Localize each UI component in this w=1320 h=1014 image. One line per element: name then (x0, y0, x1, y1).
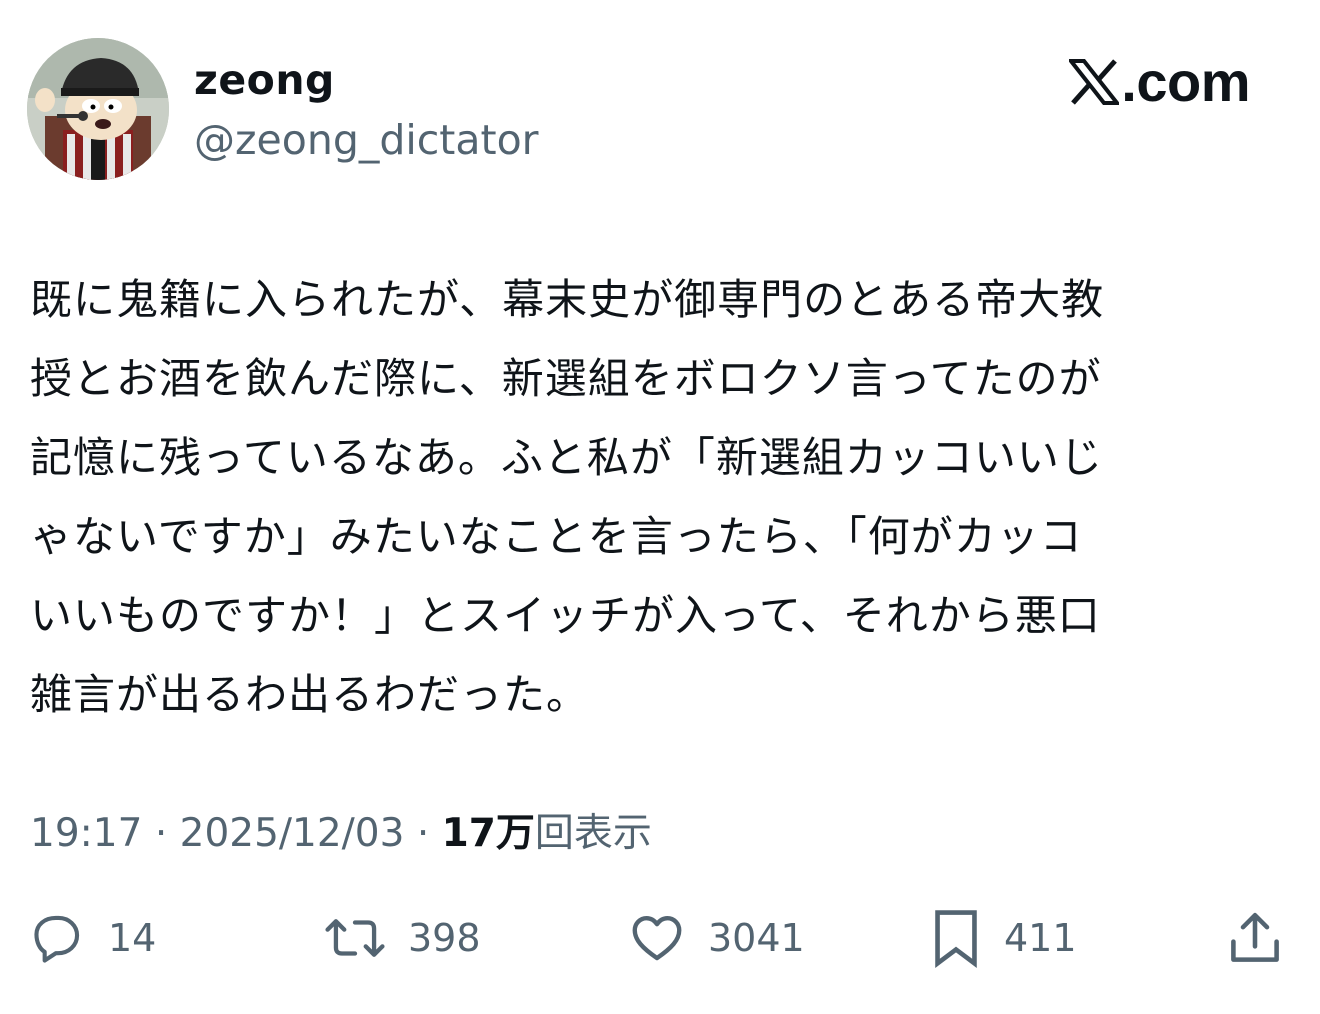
tweet-time[interactable]: 19:17 (30, 811, 142, 856)
repost-button[interactable]: 398 (324, 908, 481, 968)
meta-separator: · (416, 811, 430, 856)
bookmark-count: 411 (1004, 916, 1077, 960)
tweet-actions: 14 398 3041 411 (0, 908, 1320, 968)
like-button[interactable]: 3041 (628, 908, 805, 968)
speech-bubble-icon (34, 915, 80, 963)
bookmark-button[interactable]: 411 (930, 908, 1077, 968)
avatar-image (27, 38, 169, 180)
tweet-date[interactable]: 2025/12/03 (180, 811, 405, 856)
tweet-meta: 19:17 · 2025/12/03 · 17万回表示 (30, 806, 652, 862)
x-logo-icon (1069, 59, 1120, 105)
brand-logo: .com (1069, 54, 1250, 110)
author-display-name[interactable]: zeong (194, 52, 335, 108)
reply-button[interactable]: 14 (28, 908, 156, 968)
views-count: 17万 (441, 811, 535, 856)
avatar[interactable] (27, 38, 169, 180)
like-count: 3041 (708, 916, 805, 960)
brand-domain: .com (1121, 50, 1250, 113)
bookmark-icon (935, 910, 977, 968)
meta-separator: · (154, 811, 168, 856)
views-label: 回表示 (534, 811, 652, 856)
heart-icon (632, 916, 682, 961)
tweet-text: 既に鬼籍に入られたが、幕末史が御専門のとある帝大教 授とお酒を飲んだ際に、新選組… (30, 275, 1105, 719)
share-button[interactable] (1226, 908, 1284, 968)
share-upload-icon (1231, 912, 1279, 962)
reply-count: 14 (108, 916, 157, 960)
repost-arrows-icon (325, 919, 385, 957)
repost-count: 398 (408, 916, 481, 960)
author-handle[interactable]: @zeong_dictator (194, 112, 539, 168)
